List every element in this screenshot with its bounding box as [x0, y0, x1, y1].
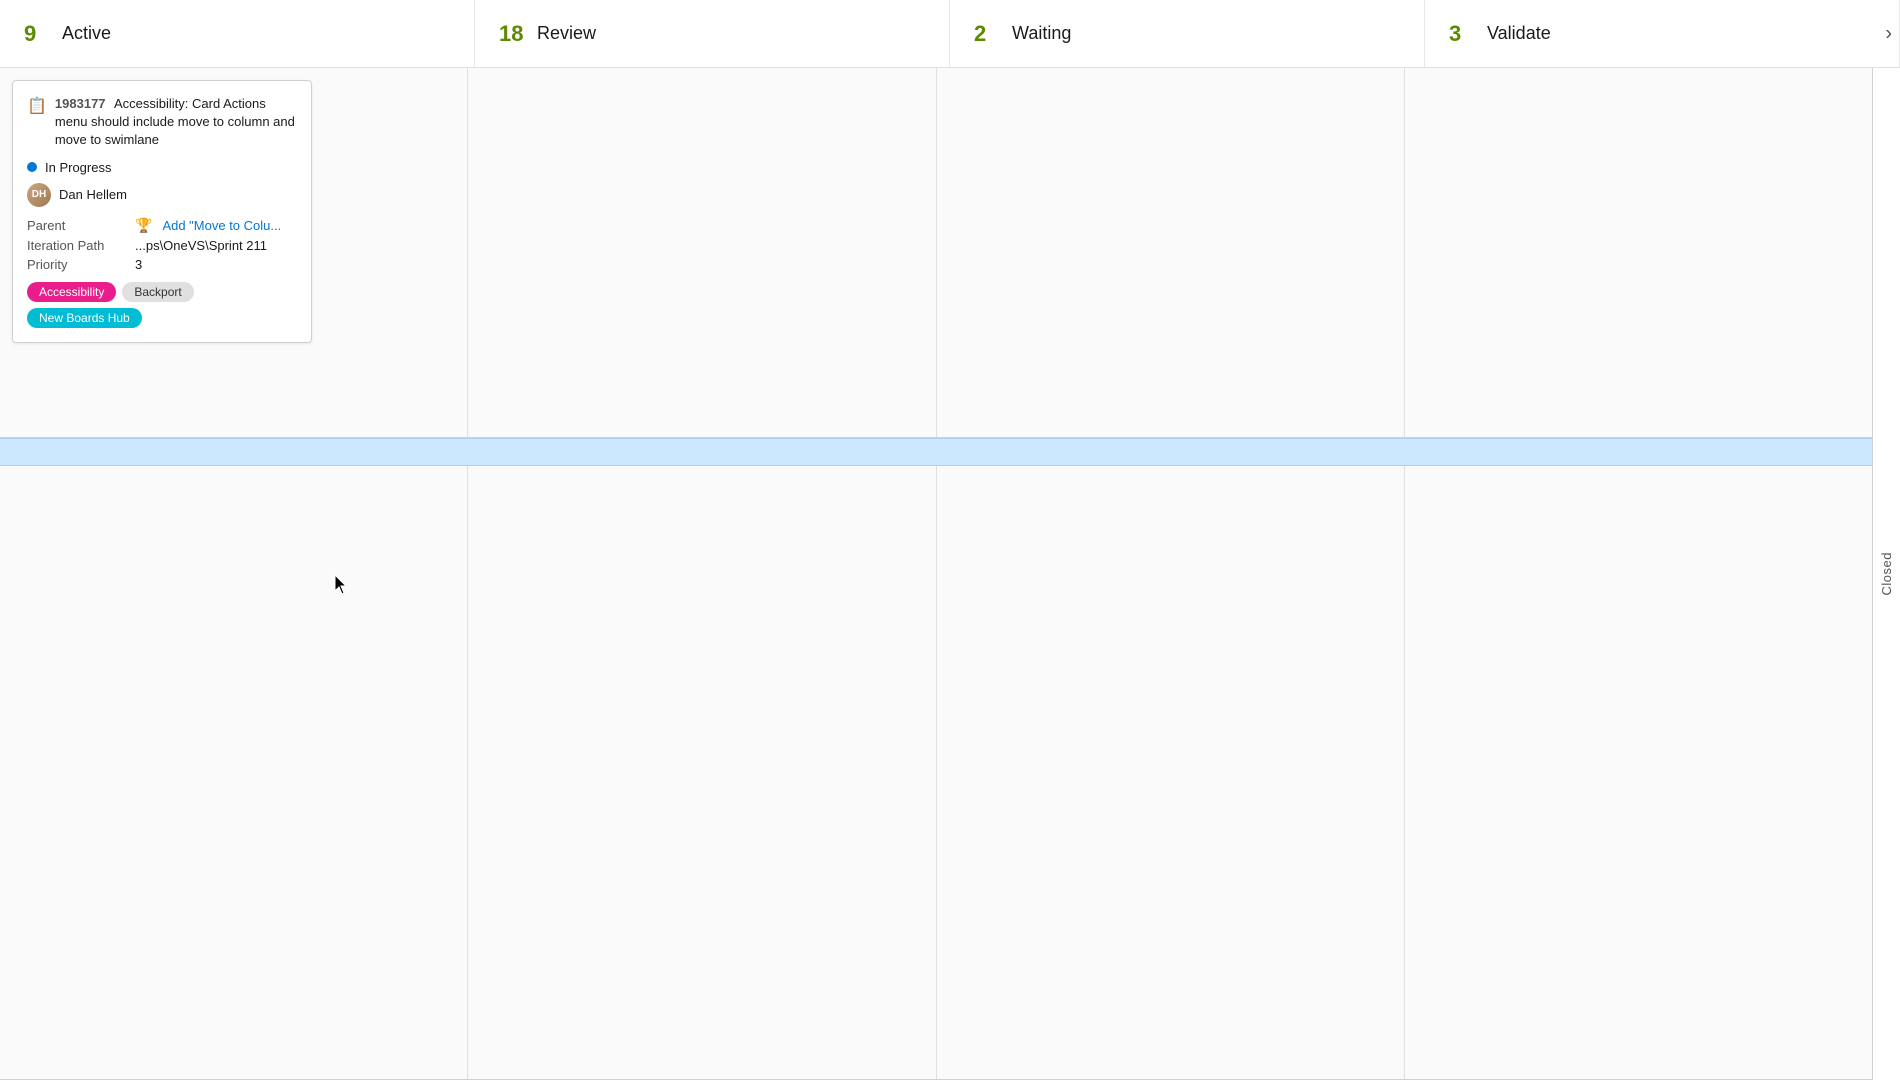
tag-backport[interactable]: Backport: [122, 282, 193, 302]
column-header-review: 18 Review: [475, 0, 950, 67]
card-id: 1983177: [55, 96, 106, 111]
waiting-cell-bottom: [937, 466, 1405, 1079]
card-status: In Progress: [27, 160, 297, 175]
board-container: 9 Active 18 Review 2 Waiting 3 Validate …: [0, 0, 1900, 1080]
validate-title: Validate: [1487, 23, 1551, 44]
avatar: DH: [27, 183, 51, 207]
review-cell-bottom: [468, 466, 936, 1079]
parent-label: Parent: [27, 218, 127, 233]
parent-link[interactable]: Add "Move to Colu...: [162, 218, 281, 233]
tag-accessibility[interactable]: Accessibility: [27, 282, 116, 302]
card-type-icon: 📋: [27, 96, 47, 116]
avatar-initials: DH: [27, 183, 51, 207]
card-tags: Accessibility Backport New Boards Hub: [27, 282, 297, 328]
waiting-cell-top: [937, 68, 1405, 437]
columns-header: 9 Active 18 Review 2 Waiting 3 Validate …: [0, 0, 1900, 68]
column-header-waiting: 2 Waiting: [950, 0, 1425, 67]
validate-cell-top: [1405, 68, 1872, 437]
review-count: 18: [499, 21, 527, 47]
status-dot: [27, 162, 37, 172]
closed-sidebar[interactable]: Closed: [1872, 68, 1900, 1080]
priority-label: Priority: [27, 257, 127, 272]
active-count: 9: [24, 21, 52, 47]
swimlane-area: 📋 1983177 Accessibility: Card Actions me…: [0, 68, 1872, 1080]
waiting-title: Waiting: [1012, 23, 1071, 44]
status-text: In Progress: [45, 160, 111, 175]
column-header-validate: 3 Validate: [1425, 0, 1900, 67]
active-cell-top: 📋 1983177 Accessibility: Card Actions me…: [0, 68, 468, 437]
priority-value: 3: [135, 257, 142, 272]
assignee-name: Dan Hellem: [59, 187, 127, 202]
validate-count: 3: [1449, 21, 1477, 47]
iteration-field: Iteration Path ...ps\OneVS\Sprint 211: [27, 238, 297, 253]
swimlane-row-top: 📋 1983177 Accessibility: Card Actions me…: [0, 68, 1872, 438]
swimlane-row-bottom: [0, 466, 1872, 1080]
card-header: 📋 1983177 Accessibility: Card Actions me…: [27, 95, 297, 150]
card-assignee: DH Dan Hellem: [27, 183, 297, 207]
priority-field: Priority 3: [27, 257, 297, 272]
tag-new-boards-hub[interactable]: New Boards Hub: [27, 308, 142, 328]
validate-cell-bottom: [1405, 466, 1872, 1079]
closed-label: Closed: [1879, 552, 1894, 595]
parent-field: Parent 🏆 Add "Move to Colu...: [27, 217, 297, 234]
column-header-active: 9 Active: [0, 0, 475, 67]
review-cell-top: [468, 68, 936, 437]
active-cell-bottom: [0, 466, 468, 1079]
scroll-right-button[interactable]: ›: [1877, 22, 1900, 45]
waiting-count: 2: [974, 21, 1002, 47]
swimlane-divider: [0, 438, 1872, 466]
iteration-label: Iteration Path: [27, 238, 127, 253]
iteration-value: ...ps\OneVS\Sprint 211: [135, 238, 267, 253]
trophy-icon: 🏆: [135, 217, 152, 234]
active-title: Active: [62, 23, 111, 44]
review-title: Review: [537, 23, 596, 44]
work-item-card[interactable]: 📋 1983177 Accessibility: Card Actions me…: [12, 80, 312, 343]
